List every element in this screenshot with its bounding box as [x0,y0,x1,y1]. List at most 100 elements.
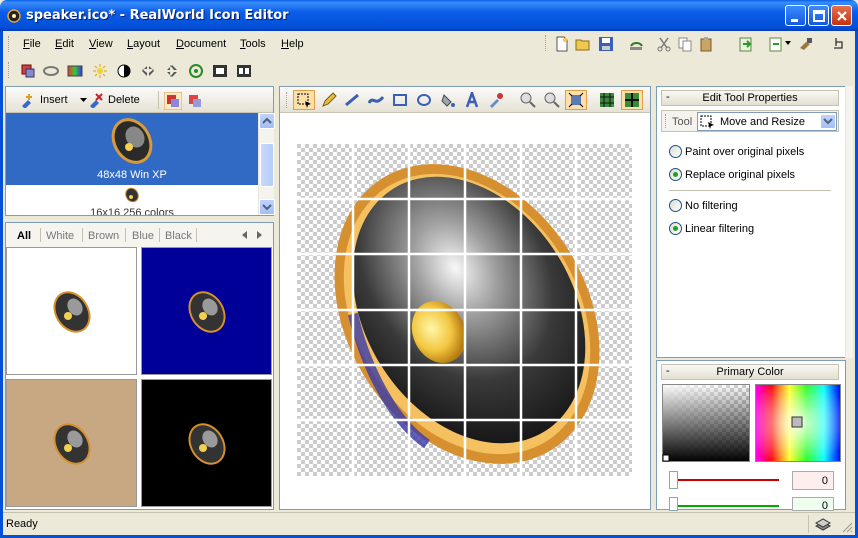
resize-grip-icon[interactable] [841,521,853,533]
menu-grip[interactable] [8,36,11,52]
preview-blue[interactable] [141,247,272,375]
edit-tool-properties-header[interactable]: - Edit Tool Properties [661,90,839,106]
rectangle-tool-icon[interactable] [392,92,408,108]
red-slider[interactable] [669,471,781,489]
menu-view[interactable]: View [89,38,113,50]
properties-scrollbar[interactable] [845,86,853,358]
paint-over-radio[interactable] [669,145,682,158]
rotate-icon[interactable] [188,63,204,79]
curve-tool-icon[interactable] [368,92,384,108]
resize-canvas-icon[interactable] [20,63,36,79]
properties-panel: - Edit Tool Properties Tool Move and Res… [656,86,846,358]
format-view-large-icon[interactable] [164,92,182,110]
replace-pixels-radio[interactable] [669,168,682,181]
tab-blue[interactable]: Blue [132,230,154,242]
ring-icon[interactable] [43,63,59,79]
export-icon[interactable] [738,36,754,52]
linear-filtering-radio[interactable] [669,222,682,235]
menu-layout[interactable]: Layout [127,38,160,50]
menu-edit[interactable]: Edit [55,38,74,50]
delete-icon [90,93,103,108]
speaker-thumbnail-icon [111,118,153,164]
tab-black[interactable]: Black [165,230,192,242]
tab-white[interactable]: White [46,230,74,242]
format-view-small-icon[interactable] [186,92,204,110]
close-button[interactable] [831,5,852,26]
no-filtering-radio[interactable] [669,199,682,212]
frames-icon[interactable] [236,63,252,79]
primary-color-header[interactable]: - Primary Color [661,364,839,380]
toolbar-grip-2[interactable] [8,62,11,78]
tool-dropdown-button[interactable] [820,114,836,129]
contrast-icon[interactable] [116,63,132,79]
fit-to-window-button[interactable] [565,90,587,110]
speaker-preview-icon [53,291,91,333]
green-slider[interactable] [669,497,781,511]
undo-icon[interactable] [628,36,644,52]
formats-scrollbar[interactable] [258,113,275,215]
tab-brown[interactable]: Brown [88,230,119,242]
speaker-small-icon [125,187,139,203]
pencil-icon[interactable] [321,92,337,108]
scroll-down-button[interactable] [259,199,275,215]
red-slider-handle[interactable] [669,471,678,489]
red-value-field[interactable]: 0 [792,471,834,490]
gradient-icon[interactable] [67,63,83,79]
line-tool-icon[interactable] [344,92,360,108]
flip-horizontal-icon[interactable] [140,63,156,79]
select-tool-button[interactable] [293,90,315,110]
toolbar-grip[interactable] [545,35,548,51]
filmstrip-icon[interactable] [212,63,228,79]
cut-icon[interactable] [656,36,672,52]
text-tool-icon[interactable] [464,92,480,108]
settings-icon[interactable] [798,36,814,52]
brightness-icon[interactable] [92,63,108,79]
chevron-up-icon [262,117,272,124]
scroll-thumb[interactable] [260,143,274,187]
preview-white[interactable] [6,247,137,375]
dropdown-arrow-icon[interactable] [784,39,792,47]
preview-panel: All White Brown Blue Black [5,222,274,510]
icon-canvas[interactable] [297,144,632,476]
menu-tools[interactable]: Tools [240,38,266,50]
tool-dropdown[interactable]: Move and Resize [697,112,837,131]
zoom-out-icon[interactable] [544,92,560,108]
pixel-grid-button[interactable] [621,90,643,110]
zoom-in-icon[interactable] [520,92,536,108]
new-document-icon[interactable] [554,36,570,52]
save-icon[interactable] [598,36,614,52]
grid-toggle-icon[interactable] [599,92,615,108]
menu-file[interactable]: File [23,38,41,50]
tab-scroll-left-icon[interactable] [242,231,248,239]
fill-tool-icon[interactable] [440,92,456,108]
maximize-button[interactable] [808,5,829,26]
layers-status-icon[interactable] [815,516,831,532]
tool-value: Move and Resize [720,116,805,128]
delete-label: Delete [108,94,140,106]
preview-black[interactable] [141,379,272,507]
ellipse-tool-icon[interactable] [416,92,432,108]
copy-icon[interactable] [677,36,693,52]
title-bar[interactable]: speaker.ico* - RealWorld Icon Editor [0,0,858,31]
paste-icon[interactable] [698,36,714,52]
menu-document[interactable]: Document [176,38,226,50]
insert-button[interactable]: Insert [20,92,90,108]
tab-all[interactable]: All [17,230,31,242]
green-slider-handle[interactable] [669,497,678,511]
flip-vertical-icon[interactable] [164,63,180,79]
open-folder-icon[interactable] [575,36,591,52]
document-properties-icon[interactable] [768,36,784,52]
help-pointer-icon[interactable] [830,36,846,52]
preview-brown[interactable] [6,379,137,507]
green-value-field[interactable]: 0 [792,497,834,512]
tab-scroll-right-icon[interactable] [257,231,263,239]
shade-picker[interactable] [662,384,750,462]
minimize-button[interactable] [785,5,806,26]
format-item-selected[interactable]: 48x48 Win XP [6,113,258,185]
format-item[interactable]: 16x16 256 colors [6,185,258,215]
hue-picker[interactable] [755,384,841,462]
delete-button[interactable]: Delete [88,92,148,108]
scroll-up-button[interactable] [259,113,275,129]
eyedropper-icon[interactable] [488,92,504,108]
menu-help[interactable]: Help [281,38,304,50]
